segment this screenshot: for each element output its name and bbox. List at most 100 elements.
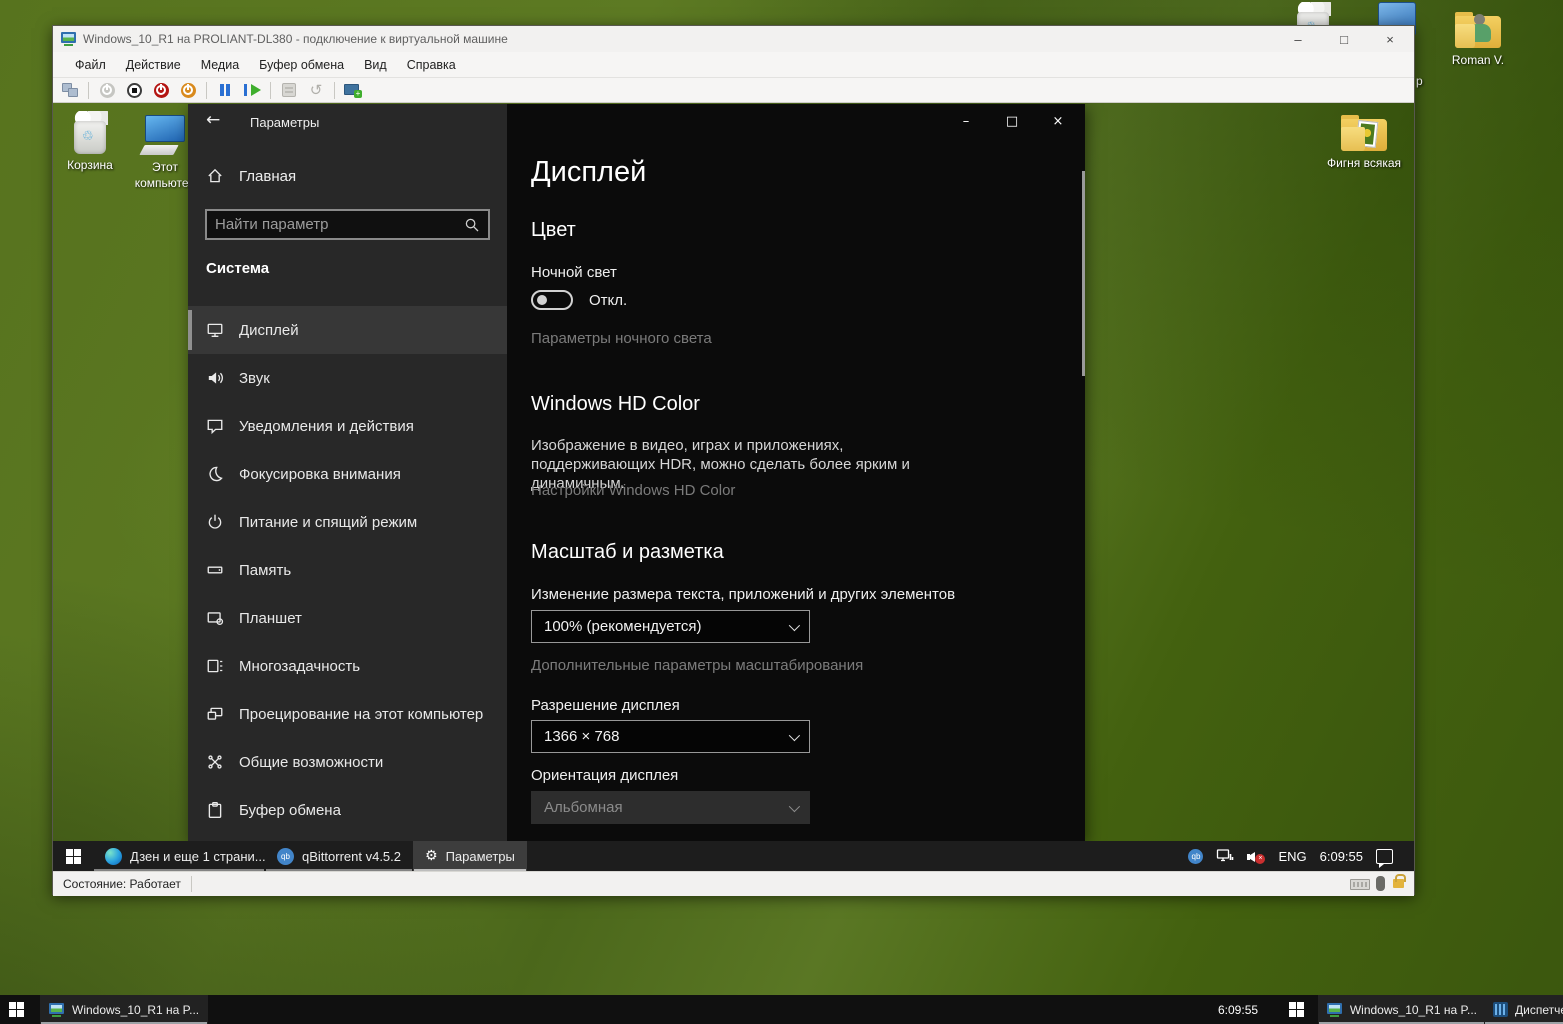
host-taskbar-task-manager[interactable]: Диспетчер xyxy=(1484,995,1563,1024)
sidebar-item-label: Уведомления и действия xyxy=(239,418,414,435)
language-indicator[interactable]: ENG xyxy=(1278,849,1306,864)
host-taskbar-vm-app-monitor2[interactable]: Windows_10_R1 на P... xyxy=(1318,995,1486,1024)
sidebar-item-clipboard[interactable]: Буфер обмена xyxy=(188,786,507,834)
host-user-folder-icon[interactable]: Roman V. xyxy=(1438,12,1518,68)
sound-icon xyxy=(205,368,225,388)
vm-misc-folder-icon[interactable]: Фигня всякая xyxy=(1324,115,1404,172)
sidebar-item-shared-experiences[interactable]: Общие возможности xyxy=(188,738,507,786)
host-start-button-monitor2[interactable] xyxy=(1280,995,1313,1024)
taskbar-app-edge[interactable]: Дзен и еще 1 страни... xyxy=(93,841,265,871)
host-clock[interactable]: 6:09:55 xyxy=(1218,995,1258,1024)
host-taskbar-vm-app[interactable]: Windows_10_R1 на P... xyxy=(40,995,208,1024)
vm-window-menubar: Файл Действие Медиа Буфер обмена Вид Спр… xyxy=(53,52,1414,78)
sidebar-item-label: Общие возможности xyxy=(239,754,383,771)
vm-guest-desktop: ♲ Корзина Этот компьютер Фигня всякая ← xyxy=(53,103,1414,871)
night-light-state: Откл. xyxy=(589,292,627,309)
hd-color-heading: Windows HD Color xyxy=(531,393,700,416)
scale-dropdown[interactable]: 100% (рекомендуется) xyxy=(531,610,810,643)
taskbar-app-settings[interactable]: ⚙ Параметры xyxy=(413,841,527,871)
sidebar-item-tablet[interactable]: Планшет xyxy=(188,594,507,642)
night-light-settings-link[interactable]: Параметры ночного света xyxy=(531,330,712,347)
sidebar-item-label: Питание и спящий режим xyxy=(239,514,417,531)
host-start-button[interactable] xyxy=(0,995,33,1024)
icon-label: Roman V. xyxy=(1452,53,1504,68)
settings-window: ← Параметры Главная Система Дис xyxy=(188,104,1085,841)
vm-start-button[interactable] xyxy=(53,841,93,871)
sidebar-section-label: Система xyxy=(206,260,269,277)
sidebar-item-sound[interactable]: Звук xyxy=(188,354,507,402)
save-state-button[interactable] xyxy=(179,81,197,99)
menu-clipboard[interactable]: Буфер обмена xyxy=(249,54,354,76)
orientation-value: Альбомная xyxy=(544,799,623,816)
checkpoint-button xyxy=(280,81,298,99)
power-icon xyxy=(205,512,225,532)
search-input[interactable] xyxy=(207,216,464,233)
qbittorrent-tray-icon[interactable]: qb xyxy=(1188,849,1203,864)
action-center-icon[interactable] xyxy=(1376,849,1393,864)
settings-maximize-button[interactable]: □ xyxy=(997,110,1027,132)
qbittorrent-icon: qb xyxy=(277,848,294,865)
back-arrow-icon[interactable]: ← xyxy=(206,110,220,130)
sidebar-item-display[interactable]: Дисплей xyxy=(188,306,507,354)
taskbar-app-qbittorrent[interactable]: qb qBittorrent v4.5.2 xyxy=(265,841,413,871)
menu-action[interactable]: Действие xyxy=(116,54,191,76)
home-icon xyxy=(205,166,225,186)
vm-window-titlebar[interactable]: Windows_10_R1 на PROLIANT-DL380 - подклю… xyxy=(53,26,1414,52)
sidebar-item-home[interactable]: Главная xyxy=(205,166,296,186)
user-folder-icon xyxy=(1455,12,1501,50)
network-tray-icon[interactable] xyxy=(1216,848,1234,864)
menu-file[interactable]: Файл xyxy=(65,54,116,76)
menu-media[interactable]: Медиа xyxy=(191,54,249,76)
hd-color-settings-link[interactable]: Настройки Windows HD Color xyxy=(531,482,735,499)
vm-connect-icon xyxy=(61,32,77,46)
pause-button[interactable] xyxy=(216,81,234,99)
pictures-folder-icon xyxy=(1341,115,1387,153)
settings-minimize-button[interactable]: – xyxy=(951,110,981,132)
sidebar-item-projecting[interactable]: Проецирование на этот компьютер xyxy=(188,690,507,738)
vm-window-title: Windows_10_R1 на PROLIANT-DL380 - подклю… xyxy=(83,32,508,46)
settings-main-panel: – □ × Дисплей Цвет Ночной свет Откл. Пар… xyxy=(507,104,1085,841)
settings-close-button[interactable]: × xyxy=(1043,110,1073,132)
sidebar-item-multitasking[interactable]: Многозадачность xyxy=(188,642,507,690)
sidebar-item-focus-assist[interactable]: Фокусировка внимания xyxy=(188,450,507,498)
tablet-icon xyxy=(205,608,225,628)
keyboard-capture-icon[interactable] xyxy=(1350,879,1370,890)
mouse-capture-icon[interactable] xyxy=(1376,876,1385,891)
vm-window-minimize-button[interactable]: – xyxy=(1288,32,1308,47)
turn-off-button[interactable] xyxy=(125,81,143,99)
settings-search-box[interactable] xyxy=(205,209,490,240)
scale-label: Изменение размера текста, приложений и д… xyxy=(531,586,955,603)
menu-help[interactable]: Справка xyxy=(397,54,466,76)
vm-connect-icon xyxy=(49,1003,65,1017)
taskbar-app-label: Windows_10_R1 на P... xyxy=(72,1003,199,1017)
sidebar-item-label: Буфер обмена xyxy=(239,802,341,819)
volume-muted-icon[interactable]: × xyxy=(1247,848,1265,864)
enhanced-session-button[interactable]: + xyxy=(344,81,362,99)
advanced-scaling-link[interactable]: Дополнительные параметры масштабирования xyxy=(531,657,863,674)
orientation-label: Ориентация дисплея xyxy=(531,767,678,784)
edge-icon xyxy=(105,848,122,865)
scale-value: 100% (рекомендуется) xyxy=(544,618,701,635)
sidebar-item-notifications[interactable]: Уведомления и действия xyxy=(188,402,507,450)
taskbar-app-label: qBittorrent v4.5.2 xyxy=(302,849,401,864)
night-light-label: Ночной свет xyxy=(531,264,617,281)
resolution-dropdown[interactable]: 1366 × 768 xyxy=(531,720,810,753)
ctrl-alt-del-button[interactable] xyxy=(61,81,79,99)
resume-button[interactable] xyxy=(243,81,261,99)
vm-window-maximize-button[interactable]: □ xyxy=(1334,32,1354,47)
vm-window-close-button[interactable]: × xyxy=(1380,32,1400,47)
menu-view[interactable]: Вид xyxy=(354,54,397,76)
settings-scrollbar-thumb[interactable] xyxy=(1082,171,1085,376)
sidebar-item-label: Память xyxy=(239,562,291,579)
night-light-toggle[interactable] xyxy=(531,290,573,310)
vm-clock[interactable]: 6:09:55 xyxy=(1320,849,1363,864)
sidebar-item-storage[interactable]: Память xyxy=(188,546,507,594)
host-desktop: ♲ Roman V. р Windows_10_R1 на PROLIANT-D… xyxy=(0,0,1563,1024)
vm-recycle-bin-icon[interactable]: ♲ Корзина xyxy=(53,111,130,174)
vm-window-statusbar: Состояние: Работает xyxy=(53,871,1414,896)
windows-logo-icon xyxy=(9,1002,24,1017)
sidebar-item-power-sleep[interactable]: Питание и спящий режим xyxy=(188,498,507,546)
chevron-down-icon xyxy=(789,619,800,630)
shutdown-button[interactable] xyxy=(152,81,170,99)
gear-icon: ⚙ xyxy=(425,849,438,863)
